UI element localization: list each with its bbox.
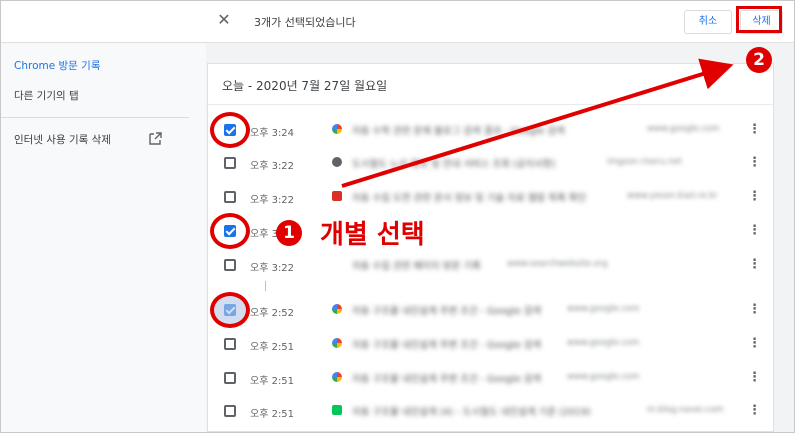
site-icon bbox=[332, 157, 342, 167]
row-checkbox[interactable] bbox=[224, 338, 236, 350]
site-icon bbox=[332, 191, 342, 201]
row-checkbox[interactable] bbox=[224, 191, 236, 203]
selection-toolbar: ✕ 3개가 선택되었습니다 취소 삭제 bbox=[1, 1, 794, 43]
google-icon bbox=[332, 304, 342, 314]
history-row[interactable]: 오후 2:51 자동 구조물 내진설계 (4) - 도시철도 내진설계 기준 (… bbox=[207, 395, 774, 428]
step-1-badge: 1 bbox=[276, 220, 302, 246]
row-checkbox[interactable] bbox=[224, 157, 236, 169]
page-url: www.google.com bbox=[567, 372, 640, 382]
close-icon[interactable]: ✕ bbox=[215, 11, 233, 29]
history-row[interactable]: 오후 2:52 자동 구조물 내진설계 주변 조건 - Google 검색 ww… bbox=[207, 294, 774, 327]
sidebar-item-chrome-history[interactable]: Chrome 방문 기록 bbox=[14, 58, 101, 73]
visit-time: 오후 2:51 bbox=[250, 376, 295, 387]
selection-highlight-ring bbox=[210, 292, 250, 328]
more-actions-icon[interactable]: ⋮ bbox=[748, 224, 761, 238]
history-row[interactable]: 오후 3:24 자동 수학 관련 문제 블로그 검색 결과 - Google 검… bbox=[207, 114, 774, 147]
row-checkbox[interactable] bbox=[224, 259, 236, 271]
naver-blog-icon bbox=[332, 405, 342, 415]
page-title[interactable]: 자동 수집 도면 관련 문서 정보 및 기술 자료 열람 목록 확인 bbox=[352, 190, 586, 204]
page-url: www.google.com bbox=[647, 124, 720, 134]
history-row[interactable]: 오후 3:22 자동 수집 관련 페이지 방문 기록 www.searchweb… bbox=[207, 249, 774, 282]
selection-highlight-ring bbox=[210, 213, 250, 249]
page-url: www.google.com bbox=[567, 304, 640, 314]
step-2-badge: 2 bbox=[746, 47, 772, 73]
history-row[interactable]: 오후 2:51 자동 구조물 내진설계 주변 조건 - Google 검색 ww… bbox=[207, 362, 774, 395]
visit-time: 오후 3:24 bbox=[250, 128, 295, 139]
time-separator bbox=[265, 281, 266, 291]
cancel-button[interactable]: 취소 bbox=[684, 10, 732, 34]
visit-time: 오후 2:51 bbox=[250, 342, 295, 353]
sidebar-item-other-devices[interactable]: 다른 기기의 탭 bbox=[14, 88, 79, 103]
row-checkbox[interactable] bbox=[224, 372, 236, 384]
page-title[interactable]: 자동 구조물 내진설계 주변 조건 - Google 검색 bbox=[352, 337, 541, 351]
page-title[interactable]: 자동 수학 관련 문제 블로그 검색 결과 - Google 검색 bbox=[352, 123, 565, 137]
google-icon bbox=[332, 338, 342, 348]
more-actions-icon[interactable]: ⋮ bbox=[748, 190, 761, 204]
external-link-icon[interactable] bbox=[149, 132, 162, 145]
page-title[interactable]: 자동 구조물 내진설계 주변 조건 - Google 검색 bbox=[352, 303, 541, 317]
visit-time: 오후 2:51 bbox=[250, 409, 295, 420]
more-actions-icon[interactable]: ⋮ bbox=[748, 123, 761, 137]
history-row[interactable]: 오후 2:51 자동 구조물 내진설계 주변 조건 - Google 검색 ww… bbox=[207, 328, 774, 361]
page-title[interactable]: 도시철도 노선 정보 및 안내 서비스 조회 (공지사항) bbox=[352, 156, 555, 170]
heading-divider bbox=[207, 104, 774, 105]
visit-time: 오후 2:52 bbox=[250, 308, 295, 319]
page-url: m.blog.naver.com bbox=[647, 405, 724, 415]
more-actions-icon[interactable]: ⋮ bbox=[748, 156, 761, 170]
more-actions-icon[interactable]: ⋮ bbox=[748, 337, 761, 351]
more-actions-icon[interactable]: ⋮ bbox=[748, 404, 761, 418]
google-icon bbox=[332, 124, 342, 134]
visit-time: 오후 3:22 bbox=[250, 195, 295, 206]
page-url: www.google.com bbox=[567, 338, 640, 348]
selection-count-text: 3개가 선택되었습니다 bbox=[254, 16, 356, 29]
page-url: www.searchwebsite.org bbox=[507, 259, 608, 269]
page-title[interactable]: 자동 수집 관련 페이지 방문 기록 bbox=[352, 258, 481, 272]
google-icon bbox=[332, 372, 342, 382]
visit-time: 오후 3:22 bbox=[250, 161, 295, 172]
visit-time: 오후 3:22 bbox=[250, 263, 295, 274]
page-url: imgson.riseru.net bbox=[607, 157, 682, 167]
selection-highlight-ring bbox=[210, 112, 250, 148]
more-actions-icon[interactable]: ⋮ bbox=[748, 258, 761, 272]
page-title[interactable]: 자동 구조물 내진설계 (4) - 도시철도 내진설계 기준 (2019) bbox=[352, 404, 591, 418]
sidebar-item-clear-browsing-data[interactable]: 인터넷 사용 기록 삭제 bbox=[14, 132, 111, 147]
page-url: www.yeson.kiair.re.kr bbox=[627, 191, 718, 201]
more-actions-icon[interactable]: ⋮ bbox=[748, 371, 761, 385]
sidebar: Chrome 방문 기록 다른 기기의 탭 인터넷 사용 기록 삭제 bbox=[1, 43, 206, 432]
history-row[interactable]: 오후 3:22 자동 수집 도면 관련 문서 정보 및 기술 자료 열람 목록 … bbox=[207, 181, 774, 214]
history-row[interactable]: 오후 3:22 도시철도 노선 정보 및 안내 서비스 조회 (공지사항) im… bbox=[207, 147, 774, 180]
row-checkbox[interactable] bbox=[224, 405, 236, 417]
more-actions-icon[interactable]: ⋮ bbox=[748, 303, 761, 317]
date-heading: 오늘 - 2020년 7월 27일 월요일 bbox=[222, 79, 388, 93]
delete-button-highlight bbox=[736, 6, 782, 33]
page-title[interactable]: 자동 구조물 내진설계 주변 조건 - Google 검색 bbox=[352, 371, 541, 385]
sidebar-divider bbox=[1, 117, 189, 118]
individual-select-label: 개별 선택 bbox=[320, 220, 425, 250]
